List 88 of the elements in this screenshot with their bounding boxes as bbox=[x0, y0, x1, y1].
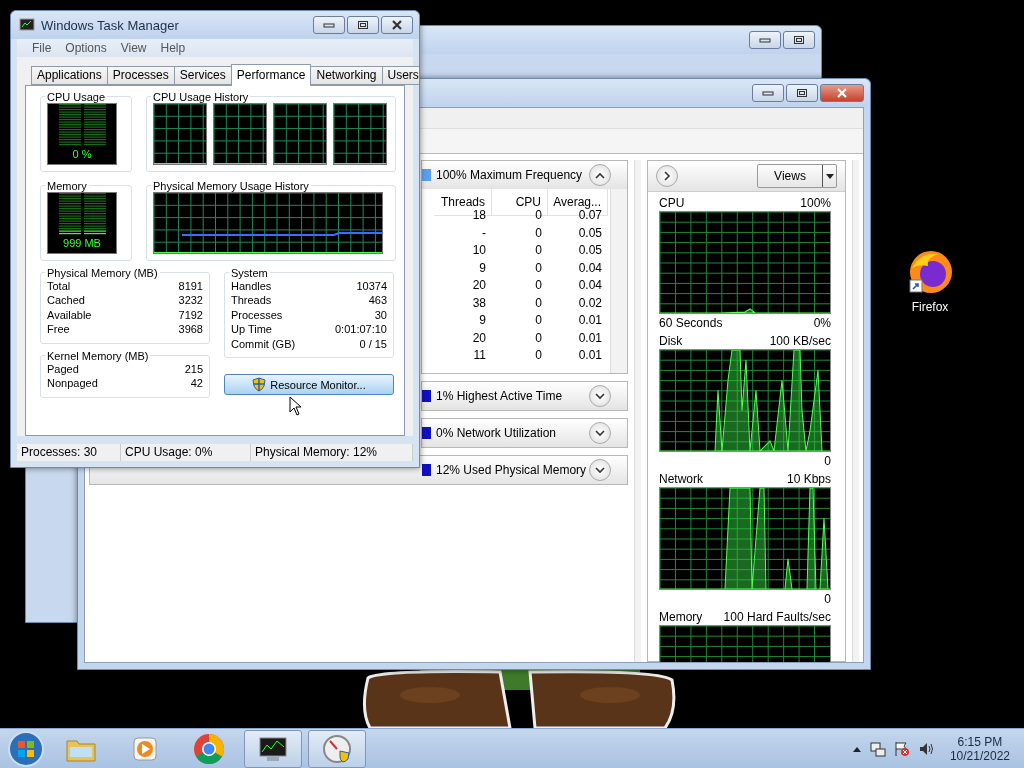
graph-title: Disk bbox=[659, 334, 683, 348]
stat-value: 8191 bbox=[178, 278, 203, 293]
stat-label: Handles bbox=[231, 279, 273, 293]
table-cell-text: 9 bbox=[478, 312, 487, 329]
stat-value: 30 bbox=[374, 307, 387, 322]
tab[interactable]: Processes bbox=[106, 65, 175, 85]
table-cell-text: 0.04 bbox=[577, 277, 603, 294]
tab[interactable]: Applications bbox=[31, 65, 108, 85]
stat-label: Total bbox=[47, 279, 72, 293]
status-text: Physical Memory: 12% bbox=[251, 443, 413, 461]
group-title: Physical Memory Usage History bbox=[152, 179, 310, 192]
table-cell-text: 9 bbox=[478, 259, 487, 277]
tab[interactable]: Services bbox=[173, 65, 232, 85]
table-cell-text: 0 bbox=[534, 224, 543, 242]
table-cell-text: 11 bbox=[472, 347, 487, 364]
table-cell-text: 0 bbox=[534, 294, 543, 312]
graph-footer: 60 Seconds bbox=[659, 316, 723, 330]
table-cell-text: 0 bbox=[534, 259, 543, 277]
icon-label[interactable]: Firefox bbox=[911, 300, 949, 314]
menu-item[interactable]: File bbox=[32, 40, 52, 55]
table-cell-text: 0 bbox=[534, 312, 543, 329]
graph-title: Memory bbox=[659, 610, 703, 624]
menu-item[interactable]: Help bbox=[160, 40, 186, 55]
stat-value: 42 bbox=[190, 376, 203, 391]
section-header[interactable]: 100% Maximum Frequency bbox=[422, 161, 627, 189]
stat-label: Paged bbox=[47, 361, 80, 376]
menu-item[interactable]: View bbox=[120, 40, 147, 55]
graph-footer: 0% bbox=[813, 316, 831, 330]
stat-label: Nonpaged bbox=[47, 376, 99, 391]
table-cell-text: 20 bbox=[471, 277, 487, 294]
graph-scale: 100 Hard Faults/sec bbox=[723, 610, 831, 624]
stat-value: 463 bbox=[368, 293, 387, 308]
stat-label: Free bbox=[47, 322, 71, 337]
graph-footer: 0 bbox=[824, 592, 831, 606]
stat-value: 10374 bbox=[356, 278, 387, 293]
graph-footer: 0 bbox=[824, 454, 831, 468]
stat-label: Threads bbox=[231, 293, 273, 308]
stat-value: 7192 bbox=[178, 307, 203, 322]
status-text: CPU Usage: 0% bbox=[121, 443, 251, 461]
stat-value: 3232 bbox=[178, 293, 203, 308]
table-cell-text: - bbox=[481, 224, 487, 242]
section-header[interactable]: 1% Highest Active Time bbox=[422, 382, 627, 410]
group-title: Physical Memory (MB) bbox=[46, 266, 159, 279]
table-cell-text: 0.05 bbox=[577, 224, 603, 242]
graph-scale: 100 KB/sec bbox=[769, 334, 831, 348]
table-cell-text: 0.02 bbox=[577, 294, 603, 312]
table-cell-text: 38 bbox=[471, 294, 487, 312]
views-button[interactable]: Views bbox=[757, 164, 837, 188]
table-cell-text: 0 bbox=[534, 242, 543, 259]
stat-label: Commit (GB) bbox=[231, 336, 297, 351]
tab[interactable]: Performance bbox=[230, 63, 312, 86]
table-cell-text: 0.01 bbox=[577, 347, 603, 364]
status-text: Processes: 30 bbox=[17, 443, 121, 461]
group-title: Memory bbox=[46, 179, 88, 192]
stat-value: 0:01:07:10 bbox=[335, 322, 387, 337]
tab[interactable]: Networking bbox=[310, 65, 383, 85]
tab[interactable]: Users bbox=[381, 65, 419, 85]
group-title: Kernel Memory (MB) bbox=[46, 349, 150, 362]
table-cell-text: 0 bbox=[534, 329, 543, 347]
stat-value: 215 bbox=[184, 361, 203, 376]
stat-value: 3968 bbox=[178, 322, 203, 337]
stat-value: 0 / 15 bbox=[359, 336, 387, 351]
meter-reading: 999 MB bbox=[63, 236, 101, 249]
graph-scale: 100% bbox=[800, 196, 831, 210]
stat-label: Up Time bbox=[231, 322, 273, 337]
section-header[interactable]: 0% Network Utilization bbox=[422, 419, 627, 447]
menu-item[interactable]: Options bbox=[65, 40, 107, 55]
stat-label: Processes bbox=[231, 307, 284, 322]
table-cell-text: 0.01 bbox=[577, 329, 603, 347]
table-cell-text: 0 bbox=[534, 347, 543, 364]
table-cell-text: 10 bbox=[471, 242, 487, 259]
clock[interactable]: 6:15 PM 10/21/2022 bbox=[941, 734, 1018, 763]
stat-label: Cached bbox=[47, 293, 86, 308]
group-title: CPU Usage bbox=[46, 90, 107, 103]
group-title: CPU Usage History bbox=[152, 90, 250, 103]
table-cell-text: 20 bbox=[471, 329, 487, 347]
window-title: Windows Task Manager bbox=[41, 17, 180, 33]
resource-monitor-button[interactable]: Resource Monitor... bbox=[224, 374, 394, 395]
graph-title: CPU bbox=[659, 196, 685, 210]
table-cell-text: 0.01 bbox=[577, 312, 603, 329]
table-cell-text: 0.05 bbox=[577, 242, 603, 259]
group-title: System bbox=[230, 266, 269, 279]
graph-scale: 10 Kbps bbox=[786, 472, 831, 486]
table-cell-text: 0.04 bbox=[577, 259, 603, 277]
meter-reading: 0 % bbox=[72, 147, 92, 160]
graph-title: Network bbox=[659, 472, 703, 486]
stat-label: Available bbox=[47, 307, 93, 322]
table-cell-text: 0 bbox=[534, 277, 543, 294]
